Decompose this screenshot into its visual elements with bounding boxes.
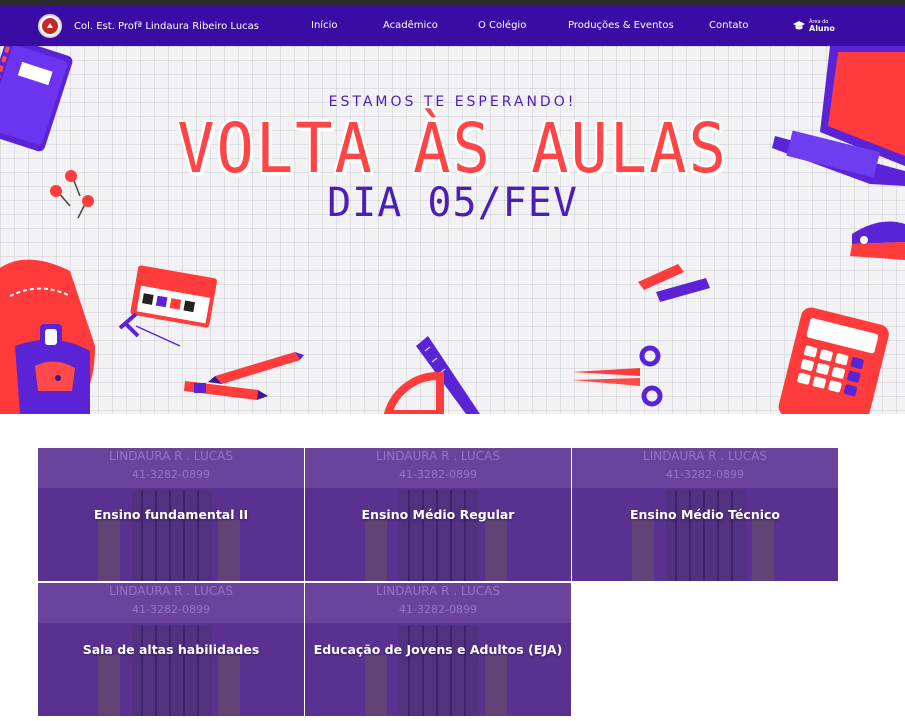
hero-date: DIA 05/FEV <box>327 180 578 226</box>
nav-inicio[interactable]: Início <box>311 6 337 46</box>
paint-box-icon <box>130 265 217 328</box>
backpack-icon <box>0 259 95 414</box>
card-title[interactable]: Educação de Jovens e Adultos (EJA) <box>305 583 571 716</box>
school-name[interactable]: Col. Est. Profª Lindaura Ribeiro Lucas <box>74 21 259 32</box>
calculator-icon <box>778 307 889 414</box>
card-title[interactable]: Ensino Médio Regular <box>305 448 571 581</box>
student-area-link[interactable]: Área do Aluno <box>792 14 835 38</box>
course-card[interactable]: LINDAURA R . LUCAS 41-3282-0899 Sala de … <box>38 583 304 716</box>
nav-contato[interactable]: Contato <box>709 6 749 46</box>
course-card[interactable]: LINDAURA R . LUCAS 41-3282-0899 Educação… <box>305 583 571 716</box>
ruler-icon <box>383 336 480 414</box>
nav-producoes-eventos[interactable]: Produções & Eventos <box>568 6 674 46</box>
nav-o-colegio[interactable]: O Colégio <box>478 6 526 46</box>
hero-banner[interactable]: ESTAMOS TE ESPERANDO! VOLTA ÀS AULAS DIA… <box>0 46 905 414</box>
pencil-icon <box>184 352 304 400</box>
scissors-icon <box>572 345 663 407</box>
card-title[interactable]: Ensino fundamental II <box>38 448 304 581</box>
brand[interactable]: Col. Est. Profª Lindaura Ribeiro Lucas <box>38 6 259 46</box>
course-card[interactable]: LINDAURA R . LUCAS 41-3282-0899 Ensino M… <box>572 448 838 581</box>
graduation-cap-icon <box>793 21 805 30</box>
school-logo-icon <box>38 14 62 38</box>
course-card[interactable]: LINDAURA R . LUCAS 41-3282-0899 Ensino f… <box>38 448 304 581</box>
card-title[interactable]: Ensino Médio Técnico <box>572 448 838 581</box>
course-cards-grid: LINDAURA R . LUCAS 41-3282-0899 Ensino f… <box>38 448 838 716</box>
card-title[interactable]: Sala de altas habilidades <box>38 583 304 716</box>
student-area-label: Aluno <box>809 23 835 33</box>
hero-title: VOLTA ÀS AULAS <box>177 108 728 189</box>
course-card[interactable]: LINDAURA R . LUCAS 41-3282-0899 Ensino M… <box>305 448 571 581</box>
crayons-icon <box>638 264 710 302</box>
nav-academico[interactable]: Acadêmico <box>383 6 438 46</box>
main-navbar: Col. Est. Profª Lindaura Ribeiro Lucas I… <box>0 6 905 46</box>
stapler-icon <box>850 221 905 260</box>
